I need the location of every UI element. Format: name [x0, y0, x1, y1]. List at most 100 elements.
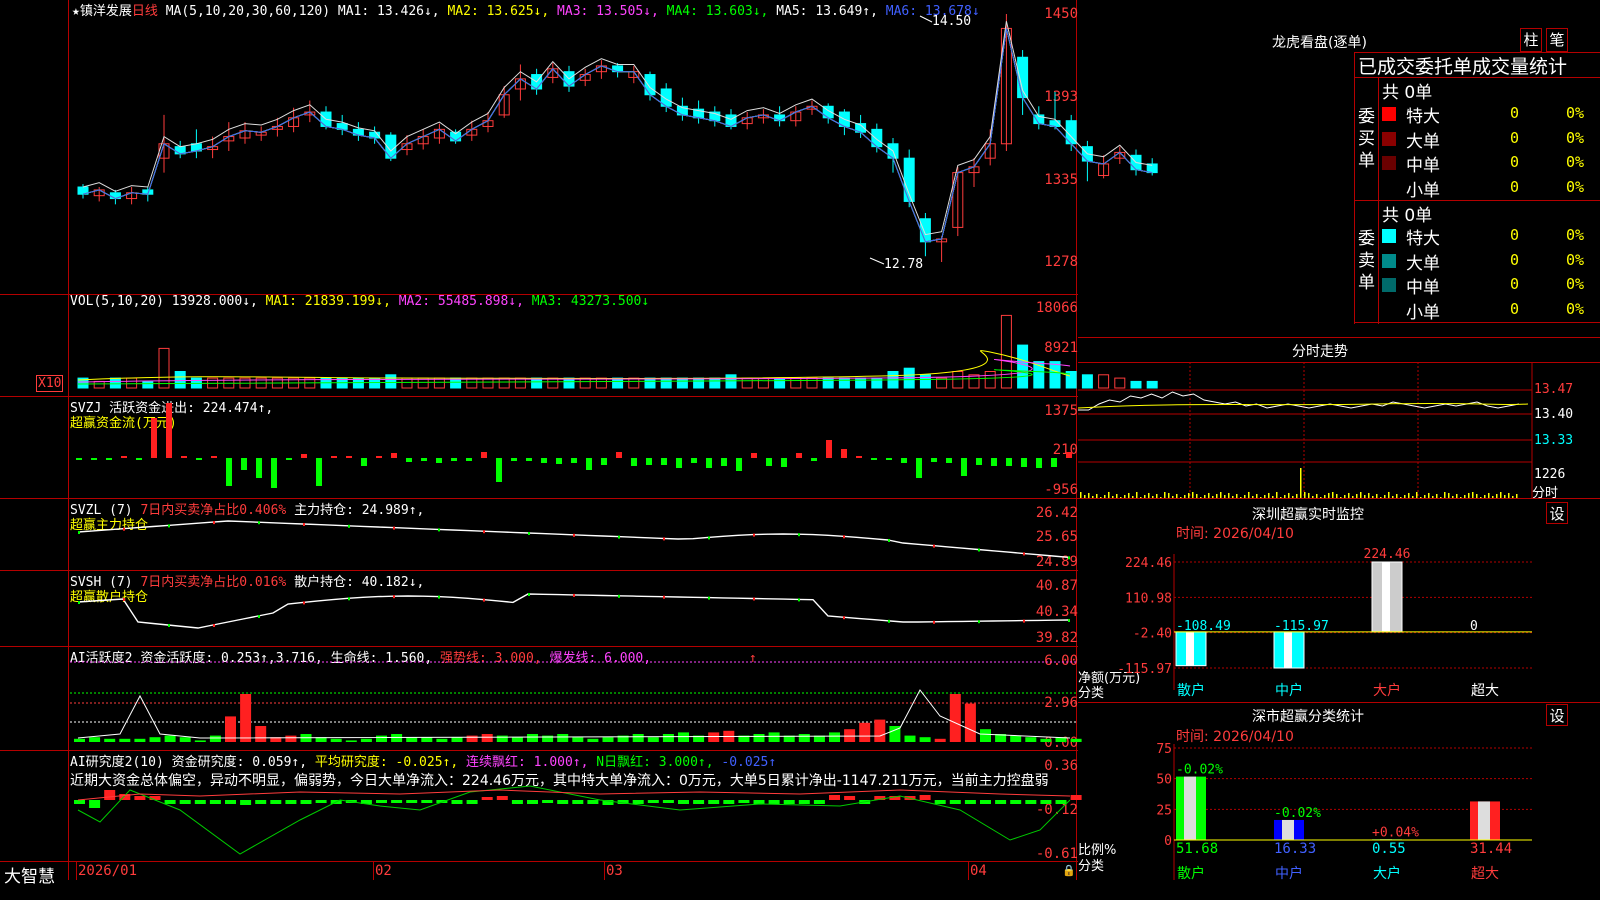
fund-flow-bar: [106, 458, 112, 460]
activity-bar: [768, 732, 780, 742]
research-bar: [481, 797, 493, 800]
activity-bar: [1040, 738, 1052, 742]
right-panel: 龙虎看盘(逐单) 柱 笔 已成交委托单成交量统计 委买单 委卖单 共 0单 共 …: [1077, 0, 1600, 900]
data-tick: [393, 595, 395, 599]
intraday-tick: 13.40: [1534, 407, 1574, 422]
classify-bar-highlight: [1184, 776, 1196, 840]
data-tick: [78, 601, 80, 604]
x-axis-label: 04: [970, 863, 987, 879]
legend-swatch: [1382, 156, 1396, 170]
data-tick: [123, 527, 125, 531]
fund-flow-bar: [196, 458, 202, 460]
order-percent: 0%: [1566, 153, 1585, 171]
fund-flow-bar: [616, 452, 622, 458]
intraday-chart[interactable]: [1077, 362, 1600, 498]
order-percent: 0%: [1566, 177, 1585, 196]
classify-category: 中户: [1275, 865, 1303, 882]
fund-flow-bar: [721, 458, 727, 466]
order-size-label: 特大: [1406, 107, 1440, 127]
monitor-settings-button[interactable]: 设: [1546, 502, 1568, 524]
data-tick: [573, 533, 575, 537]
activity-bar: [89, 737, 101, 742]
research-bar: [285, 800, 297, 804]
data-tick: [438, 528, 440, 532]
fund-flow-bar: [211, 456, 217, 458]
fund-flow-bar: [226, 458, 232, 486]
data-tick: [303, 523, 305, 526]
legend-swatch: [1382, 229, 1396, 243]
research-bar: [738, 800, 750, 803]
activity-bar: [904, 735, 916, 742]
intraday-vol-tick: 1226: [1534, 467, 1566, 482]
fund-flow-bar: [646, 458, 652, 465]
activity-bar: [753, 734, 765, 742]
volume-bar: [126, 377, 138, 389]
research-bar: [104, 790, 116, 800]
data-tick: [978, 620, 980, 624]
fund-flow-bar: [751, 453, 757, 458]
order-count: 0: [1510, 177, 1520, 196]
main-force-chart: [77, 520, 1070, 560]
activity-bar: [602, 737, 614, 742]
research-bar: [647, 800, 659, 803]
legend-swatch: [1382, 253, 1396, 268]
activity-bar: [662, 734, 674, 742]
data-tick: [528, 532, 530, 535]
fund-flow-bar: [811, 458, 817, 461]
order-size-label: 大单: [1406, 253, 1440, 274]
activity-bar: [149, 737, 161, 742]
fund-flow-bar: [136, 458, 142, 460]
activity-bar: [572, 737, 584, 742]
fund-flow-bar: [781, 458, 787, 467]
bar-mode-button[interactable]: 柱: [1520, 28, 1542, 52]
retail-line: [77, 593, 1069, 629]
volume-bar: [822, 377, 834, 389]
volume-chart: [77, 314, 1158, 389]
data-tick: [663, 595, 665, 599]
monitor-bar-highlight: [1186, 631, 1194, 666]
classify-settings-button[interactable]: 设: [1546, 704, 1568, 726]
research-bar: [511, 800, 523, 804]
order-size-label: 大单: [1406, 131, 1440, 152]
candlestick-chart: [77, 14, 1158, 265]
volume-bar: [93, 380, 105, 389]
research-bar: [798, 800, 810, 804]
research-bar: [587, 800, 599, 804]
fund-flow-bar: [496, 458, 502, 482]
volume-bar: [142, 380, 154, 389]
research-bar: [934, 800, 946, 804]
data-tick: [618, 535, 620, 539]
research-bar: [813, 800, 825, 804]
fund-flow-bar: [691, 458, 697, 463]
research-bar: [194, 800, 206, 804]
fund-flow-bar: [1006, 458, 1012, 466]
activity-bar: [406, 737, 418, 742]
activity-bar: [829, 732, 840, 742]
activity-bar: [451, 737, 463, 742]
volume-bar: [158, 347, 170, 389]
order-count: 0: [1510, 226, 1520, 244]
research-bar: [164, 800, 176, 804]
volume-bar: [612, 377, 624, 389]
tick-mode-button[interactable]: 笔: [1546, 28, 1568, 52]
monitor-chart: 224.46110.98-2.40-115.97-108.49散户-115.97…: [1117, 547, 1532, 699]
activity-bar: [134, 738, 146, 742]
activity-bar: [391, 734, 403, 742]
legend-swatch: [1382, 131, 1396, 146]
lock-icon[interactable]: 🔒: [1062, 864, 1076, 877]
classify-chart: 75 50 25 0 -0.02% 51.68 散户 -0.02% 16.33 中户 +0.04%0…: [1156, 742, 1532, 882]
volume-bar: [174, 371, 186, 389]
fund-flow-bar: [121, 456, 127, 458]
order-percent: 0%: [1566, 299, 1585, 318]
order-size-label: 中单: [1406, 278, 1440, 298]
order-stat-title: 已成交委托单成交量统计: [1358, 56, 1568, 78]
brand-logo: 大智慧: [4, 867, 55, 887]
main-chart-area[interactable]: 1450 1393 1335 1278 ★镇洋发展日线 MA(5,10,20,3…: [0, 0, 1158, 900]
fund-flow-bar: [991, 458, 997, 466]
data-tick: [303, 601, 305, 605]
monitor-y-tick: -115.97: [1117, 662, 1172, 677]
fund-flow-bar: [916, 458, 922, 478]
buy-total: 共 0单: [1382, 83, 1433, 103]
fund-flow-bar: [346, 456, 352, 458]
data-tick: [528, 593, 530, 596]
